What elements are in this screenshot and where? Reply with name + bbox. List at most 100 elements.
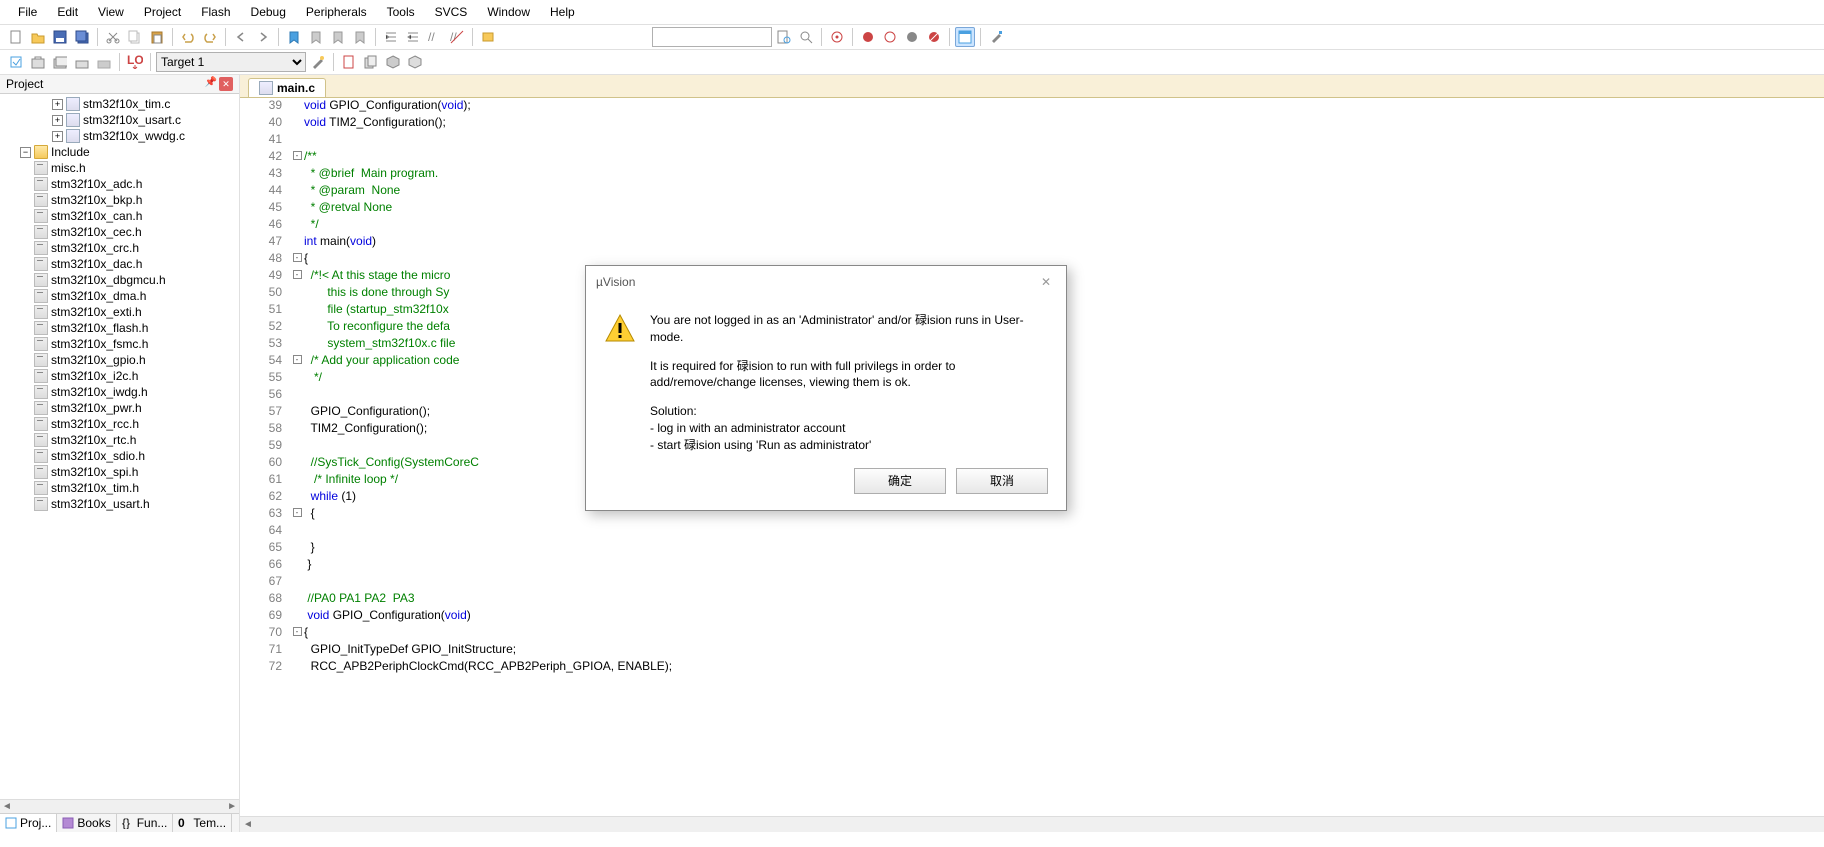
paste-icon[interactable] [147, 27, 167, 47]
editor-hscroll[interactable]: ◄ [240, 816, 1824, 832]
fold-column[interactable] [290, 608, 304, 625]
tree-item[interactable]: stm32f10x_dbgmcu.h [0, 272, 239, 288]
fold-column[interactable] [290, 489, 304, 506]
fold-column[interactable] [290, 200, 304, 217]
expand-icon[interactable]: + [52, 131, 63, 142]
fold-column[interactable]: - [290, 506, 304, 523]
tree-item[interactable]: +stm32f10x_usart.c [0, 112, 239, 128]
fold-column[interactable] [290, 642, 304, 659]
fold-column[interactable] [290, 319, 304, 336]
menu-help[interactable]: Help [540, 2, 585, 22]
tree-item[interactable]: +stm32f10x_tim.c [0, 96, 239, 112]
menu-peripherals[interactable]: Peripherals [296, 2, 377, 22]
fold-column[interactable]: - [290, 149, 304, 166]
fold-column[interactable] [290, 302, 304, 319]
code-line[interactable]: 66 } [240, 557, 1824, 574]
download-icon[interactable]: LOAD [125, 52, 145, 72]
tree-item[interactable]: stm32f10x_sdio.h [0, 448, 239, 464]
code-line[interactable]: 43 * @brief Main program. [240, 166, 1824, 183]
fold-column[interactable] [290, 574, 304, 591]
tree-item[interactable]: stm32f10x_rcc.h [0, 416, 239, 432]
bookmark-prev-icon[interactable] [306, 27, 326, 47]
tree-item[interactable]: stm32f10x_usart.h [0, 496, 239, 512]
menu-project[interactable]: Project [134, 2, 191, 22]
stop-build-icon[interactable] [94, 52, 114, 72]
code-line[interactable]: 44 * @param None [240, 183, 1824, 200]
new-file-icon[interactable] [6, 27, 26, 47]
code-line[interactable]: 70-{ [240, 625, 1824, 642]
configure-icon[interactable] [986, 27, 1006, 47]
options-icon[interactable] [308, 52, 328, 72]
uncomment-icon[interactable]: // [447, 27, 467, 47]
debug-icon[interactable] [827, 27, 847, 47]
tree-item[interactable]: stm32f10x_spi.h [0, 464, 239, 480]
menu-file[interactable]: File [8, 2, 47, 22]
dialog-close-icon[interactable]: ✕ [1036, 272, 1056, 292]
fold-column[interactable] [290, 370, 304, 387]
pane-tab[interactable]: {}Fun... [117, 814, 174, 832]
tree-item[interactable]: stm32f10x_dma.h [0, 288, 239, 304]
breakpoint-enable-icon[interactable] [880, 27, 900, 47]
tree-item[interactable]: −Include [0, 144, 239, 160]
indent-icon[interactable] [381, 27, 401, 47]
tree-item[interactable]: stm32f10x_pwr.h [0, 400, 239, 416]
fold-column[interactable] [290, 166, 304, 183]
cut-icon[interactable] [103, 27, 123, 47]
expand-icon[interactable]: − [20, 147, 31, 158]
menu-tools[interactable]: Tools [377, 2, 425, 22]
fold-column[interactable] [290, 659, 304, 676]
fold-column[interactable] [290, 540, 304, 557]
tree-item[interactable]: stm32f10x_i2c.h [0, 368, 239, 384]
breakpoint-disable-icon[interactable] [902, 27, 922, 47]
fold-column[interactable] [290, 387, 304, 404]
fold-column[interactable] [290, 336, 304, 353]
fold-column[interactable] [290, 217, 304, 234]
code-line[interactable]: 72 RCC_APB2PeriphClockCmd(RCC_APB2Periph… [240, 659, 1824, 676]
fold-column[interactable]: - [290, 268, 304, 285]
select-packs-icon[interactable] [383, 52, 403, 72]
manage-multi-icon[interactable] [361, 52, 381, 72]
tree-item[interactable]: stm32f10x_dac.h [0, 256, 239, 272]
file-ext-icon[interactable] [339, 52, 359, 72]
code-line[interactable]: 69 void GPIO_Configuration(void) [240, 608, 1824, 625]
fold-column[interactable] [290, 472, 304, 489]
batch-build-icon[interactable] [72, 52, 92, 72]
tree-item[interactable]: stm32f10x_gpio.h [0, 352, 239, 368]
fold-column[interactable] [290, 523, 304, 540]
window-icon[interactable] [955, 27, 975, 47]
fold-column[interactable] [290, 438, 304, 455]
fold-column[interactable]: - [290, 353, 304, 370]
tree-item[interactable]: +stm32f10x_wwdg.c [0, 128, 239, 144]
translate-icon[interactable] [6, 52, 26, 72]
find-combo[interactable] [652, 27, 772, 47]
outdent-icon[interactable] [403, 27, 423, 47]
fold-column[interactable] [290, 183, 304, 200]
tree-item[interactable]: misc.h [0, 160, 239, 176]
fold-column[interactable]: - [290, 625, 304, 642]
code-line[interactable]: 68 //PA0 PA1 PA2 PA3 [240, 591, 1824, 608]
project-tree[interactable]: +stm32f10x_tim.c+stm32f10x_usart.c+stm32… [0, 94, 239, 799]
tree-item[interactable]: stm32f10x_iwdg.h [0, 384, 239, 400]
fold-column[interactable]: - [290, 251, 304, 268]
code-line[interactable]: 64 [240, 523, 1824, 540]
menu-svcs[interactable]: SVCS [425, 2, 478, 22]
target-select[interactable]: Target 1 [156, 52, 306, 72]
code-line[interactable]: 67 [240, 574, 1824, 591]
rebuild-icon[interactable] [50, 52, 70, 72]
breakpoint-insert-icon[interactable] [858, 27, 878, 47]
save-all-icon[interactable] [72, 27, 92, 47]
open-icon[interactable] [28, 27, 48, 47]
code-line[interactable]: 39void GPIO_Configuration(void); [240, 98, 1824, 115]
code-line[interactable]: 42-/** [240, 149, 1824, 166]
menu-edit[interactable]: Edit [47, 2, 88, 22]
expand-icon[interactable]: + [52, 99, 63, 110]
fold-column[interactable] [290, 455, 304, 472]
incremental-find-icon[interactable] [796, 27, 816, 47]
save-icon[interactable] [50, 27, 70, 47]
editor-tab-main[interactable]: main.c [248, 78, 326, 97]
code-line[interactable]: 45 * @retval None [240, 200, 1824, 217]
tree-item[interactable]: stm32f10x_bkp.h [0, 192, 239, 208]
nav-fwd-icon[interactable] [253, 27, 273, 47]
close-pane-icon[interactable]: ✕ [219, 77, 233, 91]
tree-item[interactable]: stm32f10x_cec.h [0, 224, 239, 240]
